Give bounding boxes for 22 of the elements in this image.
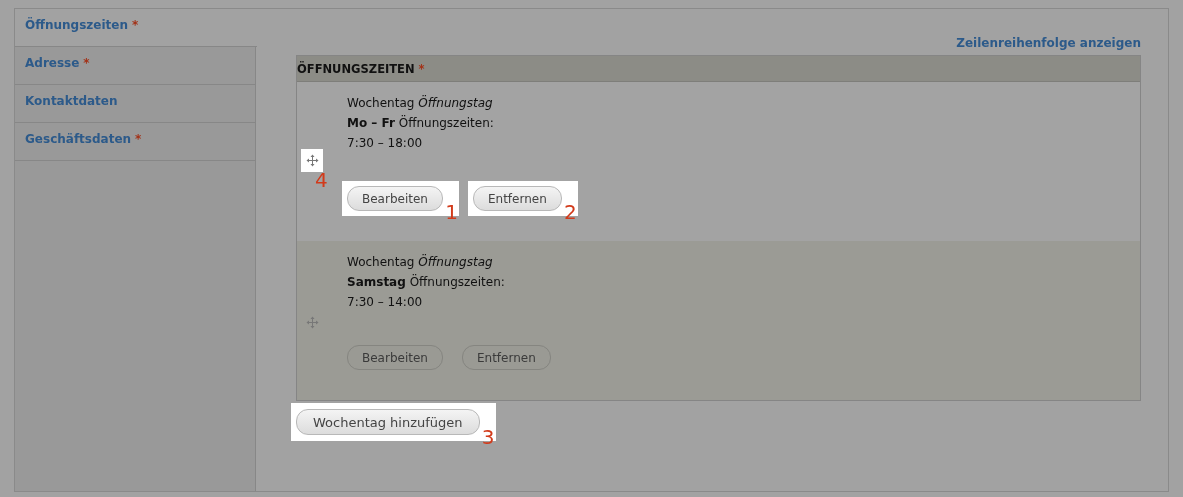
row-text: 7:30 – 18:00 [347, 135, 424, 152]
annotation-number: 1 [445, 202, 458, 222]
row-text: Mo – Fr Öffnungszeiten: [347, 114, 495, 132]
row-text: 7:30 – 14:00 [347, 294, 424, 311]
row-text: Wochentag Öffnungstag [347, 253, 494, 271]
row-button[interactable]: Entfernen [472, 186, 562, 211]
row-text: Wochentag Öffnungstag [347, 94, 494, 112]
row-order-link[interactable]: Zeilenreihenfolge anzeigen [956, 36, 1141, 55]
add-weekday-button[interactable]: Wochentag hinzufügen [296, 409, 480, 435]
vertical-tab[interactable]: Kontaktdaten [15, 85, 256, 123]
row-button[interactable]: Bearbeiten [347, 345, 443, 370]
annotation-number: 4 [315, 170, 328, 190]
annotation-number: 2 [564, 202, 577, 222]
drag-handle-icon[interactable] [305, 154, 319, 167]
row-button[interactable]: Entfernen [461, 345, 551, 370]
vertical-tab[interactable]: Adresse * [15, 47, 256, 85]
vertical-tab[interactable]: Geschäftsdaten * [15, 123, 256, 161]
row-button[interactable]: Bearbeiten [347, 186, 443, 211]
row-text: Samstag Öffnungszeiten: [347, 273, 506, 291]
table-header: ÖFFNUNGSZEITEN * [297, 56, 1140, 82]
drag-handle-icon[interactable] [305, 316, 319, 329]
annotation-number: 3 [481, 427, 495, 447]
